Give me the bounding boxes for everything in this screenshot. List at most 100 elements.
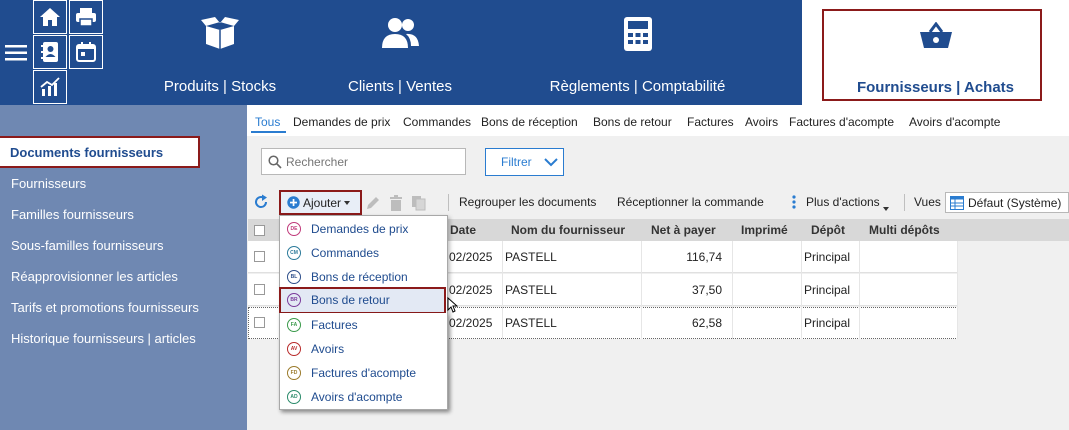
- column-divider: [502, 241, 503, 339]
- menu-item-label: Bons de réception: [311, 270, 408, 284]
- module-label: Règlements | Comptabilité: [549, 78, 726, 95]
- column-header-multi-depots[interactable]: Multi dépôts: [869, 223, 940, 237]
- tab-avoirs-acompte[interactable]: Avoirs d'acompte: [909, 115, 1000, 129]
- active-tab-indicator: [251, 131, 286, 133]
- column-header-date[interactable]: Date: [450, 223, 476, 237]
- column-divider: [859, 241, 860, 339]
- module-label: Clients | Ventes: [348, 78, 452, 95]
- home-icon[interactable]: [33, 0, 67, 34]
- trash-icon[interactable]: [389, 195, 403, 214]
- tab-bons-de-retour[interactable]: Bons de retour: [593, 115, 672, 129]
- views-label: Vues: [914, 195, 941, 209]
- menu-item-label: Factures d'acompte: [311, 366, 417, 380]
- tab-avoirs[interactable]: Avoirs: [745, 115, 778, 129]
- column-divider: [732, 241, 733, 339]
- add-document-menu-lower: FA Factures AV Avoirs FD Factures d'acom…: [279, 313, 448, 410]
- menu-item-bons-de-retour[interactable]: BR Bons de retour: [279, 287, 459, 314]
- row-checkbox[interactable]: [254, 317, 265, 328]
- sidebar-item-familles[interactable]: Familles fournisseurs: [11, 207, 134, 222]
- document-type-badge: BL: [287, 270, 301, 284]
- calculator-icon: [623, 16, 653, 56]
- column-header-supplier[interactable]: Nom du fournisseur: [511, 223, 625, 237]
- search-input[interactable]: [286, 154, 456, 169]
- menu-item-avoirs[interactable]: AV Avoirs: [280, 337, 447, 361]
- view-value: Défaut (Système): [968, 195, 1062, 210]
- module-label: Produits | Stocks: [163, 78, 277, 95]
- cell-net: 37,50: [691, 283, 722, 297]
- search-box[interactable]: [261, 148, 466, 175]
- column-divider: [641, 241, 642, 339]
- document-type-badge: FA: [287, 318, 301, 332]
- toolbar-divider: [904, 194, 905, 211]
- mouse-cursor-icon: [447, 296, 459, 316]
- calendar-icon[interactable]: [69, 35, 103, 69]
- menu-item-factures-acompte[interactable]: FD Factures d'acompte: [280, 361, 447, 385]
- sidebar-item-fournisseurs[interactable]: Fournisseurs: [11, 176, 86, 191]
- active-module-highlight: [822, 9, 1042, 101]
- cell-net: 62,58: [691, 316, 722, 330]
- sidebar-item-reapprovisionner[interactable]: Réapprovisionner les articles: [11, 269, 178, 284]
- edit-pencil-icon[interactable]: [365, 195, 381, 214]
- document-type-badge: AV: [287, 342, 301, 356]
- search-icon: [268, 154, 282, 169]
- duplicate-icon[interactable]: [411, 195, 427, 214]
- column-divider: [957, 241, 958, 339]
- cell-depot: Principal: [804, 316, 851, 330]
- column-header-net[interactable]: Net à payer: [651, 223, 716, 237]
- column-header-printed[interactable]: Imprimé: [741, 223, 788, 237]
- row-checkbox[interactable]: [254, 251, 265, 262]
- menu-item-bons-de-reception[interactable]: BL Bons de réception: [280, 265, 447, 289]
- menu-item-label: Avoirs: [311, 342, 345, 356]
- cell-date: 02/2025: [449, 250, 493, 264]
- column-header-depot[interactable]: Dépôt: [811, 223, 845, 237]
- tab-demandes-de-prix[interactable]: Demandes de prix: [293, 115, 390, 129]
- add-button-label: Ajouter: [303, 195, 342, 210]
- plus-circle-icon: [287, 196, 300, 209]
- refresh-icon[interactable]: [253, 194, 269, 213]
- statistics-chart-icon[interactable]: [33, 70, 67, 104]
- view-selector[interactable]: Défaut (Système): [945, 192, 1069, 213]
- tab-tous[interactable]: Tous: [255, 115, 280, 129]
- filter-button[interactable]: Filtrer: [485, 148, 564, 176]
- sidebar-item-label: Documents fournisseurs: [10, 145, 164, 160]
- users-icon: [380, 16, 420, 54]
- grid-view-icon: [950, 195, 964, 210]
- document-type-badge: FD: [287, 366, 301, 380]
- tab-factures[interactable]: Factures: [687, 115, 734, 129]
- hamburger-menu-icon[interactable]: [0, 0, 32, 105]
- document-type-badge: AD: [287, 390, 301, 404]
- receive-order-button[interactable]: Réceptionner la commande: [617, 195, 764, 209]
- printer-icon[interactable]: [69, 0, 103, 34]
- menu-item-commandes[interactable]: CM Commandes: [280, 241, 447, 265]
- menu-item-demandes-de-prix[interactable]: DE Demandes de prix: [280, 217, 447, 241]
- sidebar-item-historique[interactable]: Historique fournisseurs | articles: [11, 331, 196, 346]
- module-clients-ventes[interactable]: Clients | Ventes: [300, 0, 500, 105]
- cell-date: 02/2025: [449, 283, 493, 297]
- toolbar-divider: [448, 194, 449, 211]
- tab-bons-de-reception[interactable]: Bons de réception: [481, 115, 578, 129]
- box-icon: [200, 16, 240, 54]
- menu-item-label: Avoirs d'acompte: [311, 390, 403, 404]
- sidebar-item-tarifs[interactable]: Tarifs et promotions fournisseurs: [11, 300, 199, 315]
- select-all-checkbox[interactable]: [254, 225, 265, 236]
- menu-item-avoirs-acompte[interactable]: AD Avoirs d'acompte: [280, 385, 447, 409]
- contacts-book-icon[interactable]: [33, 35, 67, 69]
- tab-factures-acompte[interactable]: Factures d'acompte: [789, 115, 894, 129]
- more-actions-button[interactable]: Plus d'actions: [806, 195, 880, 209]
- row-checkbox[interactable]: [254, 284, 265, 295]
- sidebar-item-documents-fournisseurs[interactable]: Documents fournisseurs: [0, 136, 200, 168]
- cell-date: 02/2025: [449, 316, 493, 330]
- sidebar-item-sous-familles[interactable]: Sous-familles fournisseurs: [11, 238, 163, 253]
- group-documents-button[interactable]: Regrouper les documents: [459, 195, 596, 209]
- cell-net: 116,74: [686, 250, 722, 264]
- chevron-down-icon: [544, 155, 558, 172]
- caret-down-icon: [883, 200, 889, 214]
- top-navigation-bar: Produits | Stocks Clients | Ventes Règle…: [0, 0, 1069, 105]
- module-reglements-comptabilite[interactable]: Règlements | Comptabilité: [540, 0, 735, 105]
- menu-item-factures[interactable]: FA Factures: [280, 313, 447, 337]
- menu-item-label: Factures: [311, 318, 358, 332]
- cell-depot: Principal: [804, 250, 851, 264]
- cell-supplier: PASTELL: [505, 316, 557, 330]
- add-button[interactable]: Ajouter: [279, 190, 362, 215]
- tab-commandes[interactable]: Commandes: [403, 115, 471, 129]
